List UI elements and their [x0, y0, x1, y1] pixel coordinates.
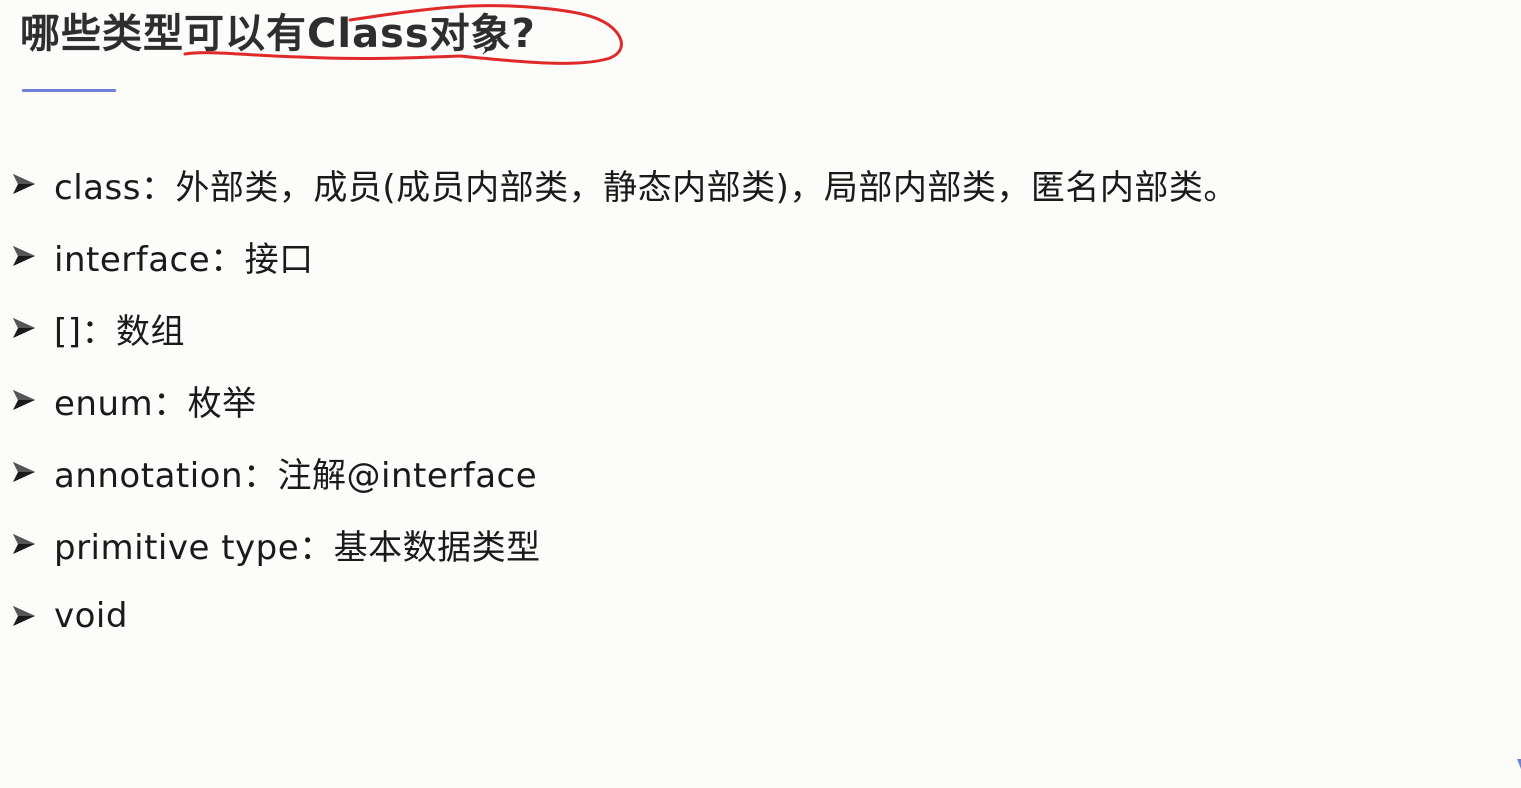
bullet-text: void	[54, 596, 128, 636]
slide-title: 哪些类型可以有Class对象?	[20, 11, 536, 57]
title-underline	[22, 89, 116, 92]
bullet-text: []：数组	[54, 311, 186, 352]
list-item: interface：接口	[10, 220, 1238, 292]
slide: 哪些类型可以有Class对象? class：外部类，成员(成员内部类，静态内部类…	[0, 0, 1521, 788]
bullet-text: interface：接口	[54, 239, 314, 280]
arrow-bullet-icon	[10, 526, 46, 562]
arrow-bullet-icon	[10, 598, 46, 634]
list-item: class：外部类，成员(成员内部类，静态内部类)，局部内部类，匿名内部类。	[10, 148, 1238, 220]
scroll-indicator-icon	[1517, 759, 1521, 769]
list-item: enum：枚举	[10, 364, 1238, 436]
list-item: annotation：注解@interface	[10, 436, 1238, 508]
bullet-text: primitive type：基本数据类型	[54, 527, 541, 568]
arrow-bullet-icon	[10, 310, 46, 346]
arrow-bullet-icon	[10, 382, 46, 418]
bullet-list: class：外部类，成员(成员内部类，静态内部类)，局部内部类，匿名内部类。 i…	[10, 148, 1238, 652]
list-item: void	[10, 580, 1238, 652]
bullet-text: annotation：注解@interface	[54, 455, 538, 496]
bullet-text: class：外部类，成员(成员内部类，静态内部类)，局部内部类，匿名内部类。	[54, 167, 1238, 208]
list-item: []：数组	[10, 292, 1238, 364]
list-item: primitive type：基本数据类型	[10, 508, 1238, 580]
bullet-text: enum：枚举	[54, 383, 257, 424]
arrow-bullet-icon	[10, 454, 46, 490]
arrow-bullet-icon	[10, 238, 46, 274]
arrow-bullet-icon	[10, 166, 46, 202]
